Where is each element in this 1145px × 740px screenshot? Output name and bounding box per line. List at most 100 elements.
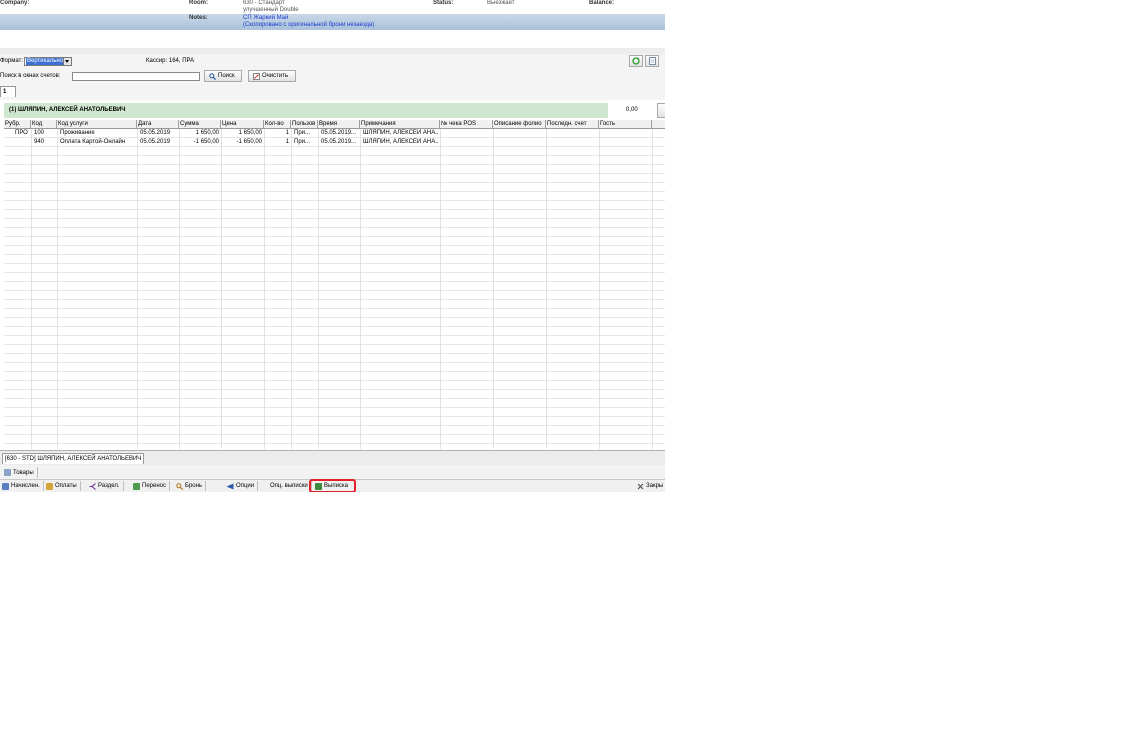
payments-icon bbox=[46, 482, 53, 490]
charge-icon bbox=[2, 482, 9, 490]
col-user[interactable]: Пользов bbox=[291, 120, 318, 128]
col-guest[interactable]: Гость bbox=[599, 120, 652, 128]
col-rubric[interactable]: Рубр. bbox=[4, 120, 31, 128]
col-qty[interactable]: Кол-во bbox=[264, 120, 291, 128]
options-label: Опции bbox=[236, 483, 255, 489]
col-price[interactable]: Цена bbox=[221, 120, 264, 128]
checkout-highlight bbox=[309, 479, 356, 492]
col-pos-check[interactable]: № чека POS bbox=[440, 120, 493, 128]
cashier-label: Кассир: 164, ПРА bbox=[146, 58, 195, 64]
split-icon bbox=[89, 482, 96, 490]
cell-service: Проживание bbox=[60, 130, 95, 136]
col-sum[interactable]: Сумма bbox=[179, 120, 221, 128]
cell-user: При... bbox=[294, 130, 311, 136]
search-input[interactable] bbox=[72, 72, 200, 81]
clear-button[interactable]: Очистить bbox=[248, 70, 296, 82]
grid-vline bbox=[360, 129, 361, 449]
search-button-label: Поиск bbox=[218, 73, 235, 79]
cell-price: -1 650,00 bbox=[236, 139, 262, 145]
cell-date: 05.05.2019 bbox=[140, 139, 171, 145]
search-button[interactable]: Поиск bbox=[204, 70, 242, 82]
window-tab-1[interactable]: 1 bbox=[0, 86, 16, 97]
goods-bar bbox=[0, 465, 665, 480]
goods-button-label: Товары bbox=[13, 469, 34, 476]
booking-search-icon bbox=[176, 482, 183, 490]
guest-name: (1) ШЛЯПИН, АЛЕКСЕЙ АНАТОЛЬЕВИЧ bbox=[9, 107, 126, 113]
format-select[interactable]: Вертикально bbox=[24, 57, 72, 66]
col-time[interactable]: Время bbox=[318, 120, 360, 128]
split-button[interactable]: Раздел. bbox=[89, 481, 124, 491]
chevron-down-icon[interactable] bbox=[63, 58, 71, 65]
goods-button[interactable]: Товары bbox=[1, 467, 38, 478]
close-icon bbox=[637, 483, 644, 489]
cell-time: 05.05.2019... bbox=[321, 130, 357, 136]
close-label: Закры bbox=[646, 483, 664, 489]
grid-vline bbox=[31, 129, 32, 449]
cell-notes: ШЛЯПИН, АЛЕКСЕЙ АНА... bbox=[363, 139, 439, 145]
col-notes[interactable]: Примечания bbox=[360, 120, 440, 128]
charge-button[interactable]: Начислен. bbox=[2, 481, 44, 491]
cell-price: 1 650,00 bbox=[238, 130, 262, 136]
cell-sum: 1 650,00 bbox=[195, 130, 219, 136]
checkout-options-button[interactable]: Опц. выписки bbox=[270, 481, 312, 491]
refresh-button[interactable] bbox=[629, 55, 643, 67]
grid-vline bbox=[57, 129, 58, 449]
col-service-code[interactable]: Код услуги bbox=[57, 120, 137, 128]
cell-date: 05.05.2019 bbox=[140, 130, 171, 136]
cell-rubric: ПРО bbox=[15, 130, 28, 136]
grid-vline bbox=[546, 129, 547, 449]
grid-vline bbox=[493, 129, 494, 449]
close-button[interactable]: Закры bbox=[637, 481, 665, 491]
grid-vline bbox=[652, 129, 653, 449]
booking-button[interactable]: Бронь bbox=[176, 481, 207, 491]
guest-scroll-button[interactable] bbox=[657, 103, 665, 118]
cell-notes: ШЛЯПИН, АЛЕКСЕЙ АНА... bbox=[363, 130, 439, 136]
col-date[interactable]: Дата bbox=[137, 120, 179, 128]
room-label: Room: bbox=[189, 0, 208, 6]
split-label: Раздел. bbox=[98, 483, 120, 489]
guest-balance: 0,00 bbox=[626, 107, 638, 113]
cell-code: 100 bbox=[34, 130, 45, 136]
grid-vline bbox=[137, 129, 138, 449]
cell-qty: 1 bbox=[285, 130, 289, 136]
cell-sum: -1 650,00 bbox=[193, 139, 219, 145]
col-code[interactable]: Код bbox=[31, 120, 57, 128]
room-value: 630 - Стандарт bbox=[243, 0, 285, 6]
folio-tab-active[interactable]: [630 - STD] ШЛЯПИН, АЛЕКСЕЙ АНАТОЛЬЕВИЧ bbox=[2, 453, 145, 464]
room-type-value: улучшенный Double bbox=[243, 7, 299, 13]
cell-qty: 1 bbox=[285, 139, 289, 145]
transfer-label: Перенос bbox=[142, 483, 166, 489]
grid-vline bbox=[291, 129, 292, 449]
cell-user: При... bbox=[294, 139, 311, 145]
grid-body[interactable] bbox=[4, 129, 665, 449]
document-button[interactable] bbox=[645, 55, 659, 67]
col-last-bill[interactable]: Последн. счет bbox=[546, 120, 599, 128]
refresh-icon bbox=[632, 57, 640, 65]
cell-code: 940 bbox=[34, 139, 45, 145]
grid-header: Рубр. Код Код услуги Дата Сумма Цена Кол… bbox=[4, 120, 665, 129]
clear-icon bbox=[253, 72, 260, 80]
payments-label: Оплаты bbox=[55, 483, 77, 489]
document-icon bbox=[648, 57, 656, 65]
payments-button[interactable]: Оплаты bbox=[46, 481, 81, 491]
balance-label: Balance: bbox=[589, 0, 615, 6]
grid-vline bbox=[221, 129, 222, 449]
grid-vline bbox=[264, 129, 265, 449]
clear-button-label: Очистить bbox=[262, 73, 289, 79]
goods-icon bbox=[4, 469, 11, 476]
search-icon bbox=[209, 72, 216, 80]
checkout-options-label: Опц. выписки bbox=[270, 483, 308, 489]
booking-label: Бронь bbox=[185, 483, 203, 489]
grid-vline bbox=[440, 129, 441, 449]
search-label: Поиск в окнах счетов: bbox=[0, 73, 61, 79]
cell-time: 05.05.2019... bbox=[321, 139, 357, 145]
col-folio-desc[interactable]: Описание фолио bbox=[493, 120, 546, 128]
grid-vline bbox=[599, 129, 600, 449]
options-button[interactable]: Опции bbox=[226, 481, 259, 491]
company-label: Company: bbox=[0, 0, 30, 6]
notes-line-2: (Скопировано с оригинальной брони незаез… bbox=[243, 22, 375, 28]
grid-vline bbox=[179, 129, 180, 449]
transfer-button[interactable]: Перенос bbox=[133, 481, 170, 491]
folio-window: Company: Room: 630 - Стандарт улучшенный… bbox=[0, 0, 665, 492]
format-select-value: Вертикально bbox=[26, 58, 65, 65]
